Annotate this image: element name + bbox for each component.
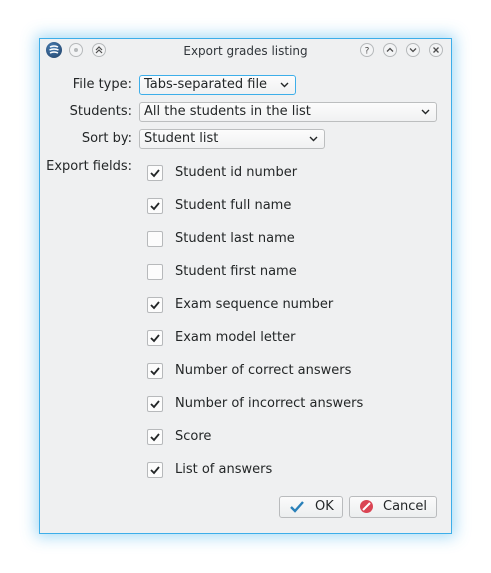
chevron-down-icon [421,109,430,115]
checkmark-icon [150,400,160,409]
title-bar[interactable]: Export grades listing ? [40,39,451,63]
checkmark-icon [150,367,160,376]
checkbox[interactable] [147,231,163,247]
ok-check-icon [290,501,304,513]
sort-by-select[interactable]: Student list [139,129,325,149]
chevron-down-icon [280,82,289,88]
ok-button[interactable]: OK [279,496,343,518]
export-field-label: Student last name [175,231,295,246]
export-field-label: Number of incorrect answers [175,396,364,411]
checkbox[interactable] [147,462,163,478]
minimize-icon[interactable] [406,43,420,57]
students-value: All the students in the list [144,104,311,119]
checkbox[interactable] [147,198,163,214]
export-field-label: Exam model letter [175,330,296,345]
checkbox[interactable] [147,429,163,445]
students-label: Students: [69,104,132,119]
ok-button-label: OK [315,499,334,514]
cancel-button-label: Cancel [383,499,428,514]
students-select[interactable]: All the students in the list [139,102,437,122]
export-field-label: Student first name [175,264,297,279]
sort-by-value: Student list [144,131,219,146]
cancel-icon [360,500,373,513]
file-type-select[interactable]: Tabs-separated file [139,75,296,95]
close-icon[interactable] [429,43,443,57]
checkbox[interactable] [147,264,163,280]
export-field-label: Student id number [175,165,298,180]
maximize-icon[interactable] [383,43,397,57]
checkmark-icon [150,169,160,178]
file-type-label: File type: [72,77,132,92]
file-type-value: Tabs-separated file [144,77,268,92]
export-fields-label: Export fields: [46,159,132,174]
checkmark-icon [150,466,160,475]
checkmark-icon [150,334,160,343]
export-field-label: Score [175,429,212,444]
checkbox[interactable] [147,396,163,412]
checkbox[interactable] [147,330,163,346]
sort-by-label: Sort by: [81,131,132,146]
svg-text:?: ? [365,47,370,56]
checkmark-icon [150,202,160,211]
checkbox[interactable] [147,165,163,181]
chevron-down-icon [309,136,318,142]
help-icon[interactable]: ? [360,43,374,57]
cancel-button[interactable]: Cancel [349,496,437,518]
checkmark-icon [150,433,160,442]
checkbox[interactable] [147,297,163,313]
export-field-label: Student full name [175,198,292,213]
export-field-label: Exam sequence number [175,297,334,312]
export-field-label: List of answers [175,462,273,477]
export-field-label: Number of correct answers [175,363,352,378]
checkbox[interactable] [147,363,163,379]
export-dialog: Export grades listing ? File type: Tabs-… [39,38,452,534]
checkmark-icon [150,301,160,310]
